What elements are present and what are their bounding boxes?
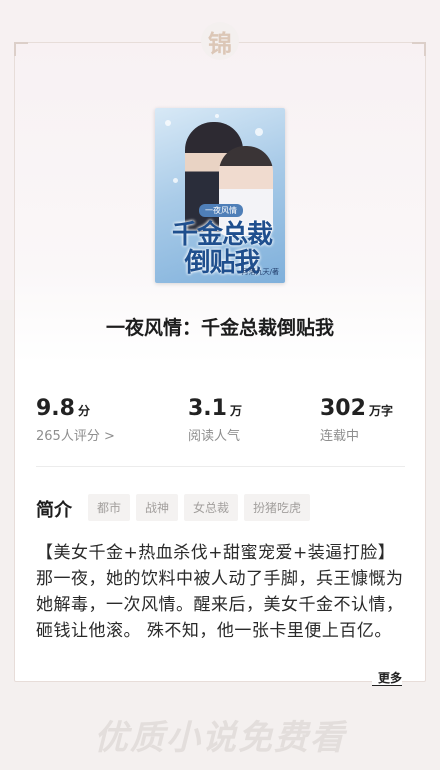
reads-label: 阅读人气	[188, 429, 241, 444]
cover-author: 月落九天/著	[241, 268, 279, 276]
book-description: 【美女千金+热血杀伐+甜蜜宠爱+装逼打脸】 那一夜，她的饮料中被人动了手脚，兵王…	[36, 540, 408, 688]
reads-value: 3.1	[188, 396, 227, 421]
intro-label: 简介	[36, 500, 72, 521]
description-synopsis: 那一夜，她的饮料中被人动了手脚，兵王慷慨为她解毒，一次风情。醒来后，美女千金不认…	[36, 569, 404, 641]
reads-unit: 万	[229, 404, 242, 418]
stat-words: 302 万字 连载中	[320, 396, 393, 444]
genre-tag[interactable]: 都市	[88, 494, 131, 521]
genre-tags: 都市 战神 女总裁 扮猪吃虎	[88, 494, 311, 521]
promo-watermark: 优质小说免费看	[94, 718, 346, 758]
score-count-link[interactable]: 265人评分 >	[36, 425, 115, 444]
snow-dot	[165, 120, 171, 126]
score-value: 9.8	[36, 396, 75, 421]
card-corner-ornament	[14, 42, 28, 56]
serial-status: 连载中	[320, 429, 360, 444]
brand-emblem-icon: 锦	[201, 22, 239, 60]
stat-score[interactable]: 9.8 分 265人评分 >	[36, 396, 115, 444]
book-title: 一夜风情：千金总裁倒贴我	[105, 317, 334, 339]
book-cover[interactable]: 一夜风情 千金总裁 倒贴我 月落九天/著	[155, 108, 285, 283]
card-corner-ornament	[412, 42, 426, 56]
snow-dot	[255, 128, 263, 136]
genre-tag[interactable]: 战神	[136, 494, 179, 521]
more-button[interactable]: 更多	[372, 671, 403, 686]
snow-dot	[215, 114, 219, 118]
snow-dot	[173, 178, 178, 183]
description-highlights: 【美女千金+热血杀伐+甜蜜宠爱+装逼打脸】	[36, 543, 396, 563]
words-value: 302	[320, 396, 366, 421]
words-unit: 万字	[368, 404, 393, 418]
score-unit: 分	[77, 404, 90, 418]
divider	[36, 466, 405, 467]
stat-reads: 3.1 万 阅读人气	[188, 396, 242, 444]
genre-tag[interactable]: 扮猪吃虎	[244, 494, 311, 521]
genre-tag[interactable]: 女总裁	[184, 494, 239, 521]
